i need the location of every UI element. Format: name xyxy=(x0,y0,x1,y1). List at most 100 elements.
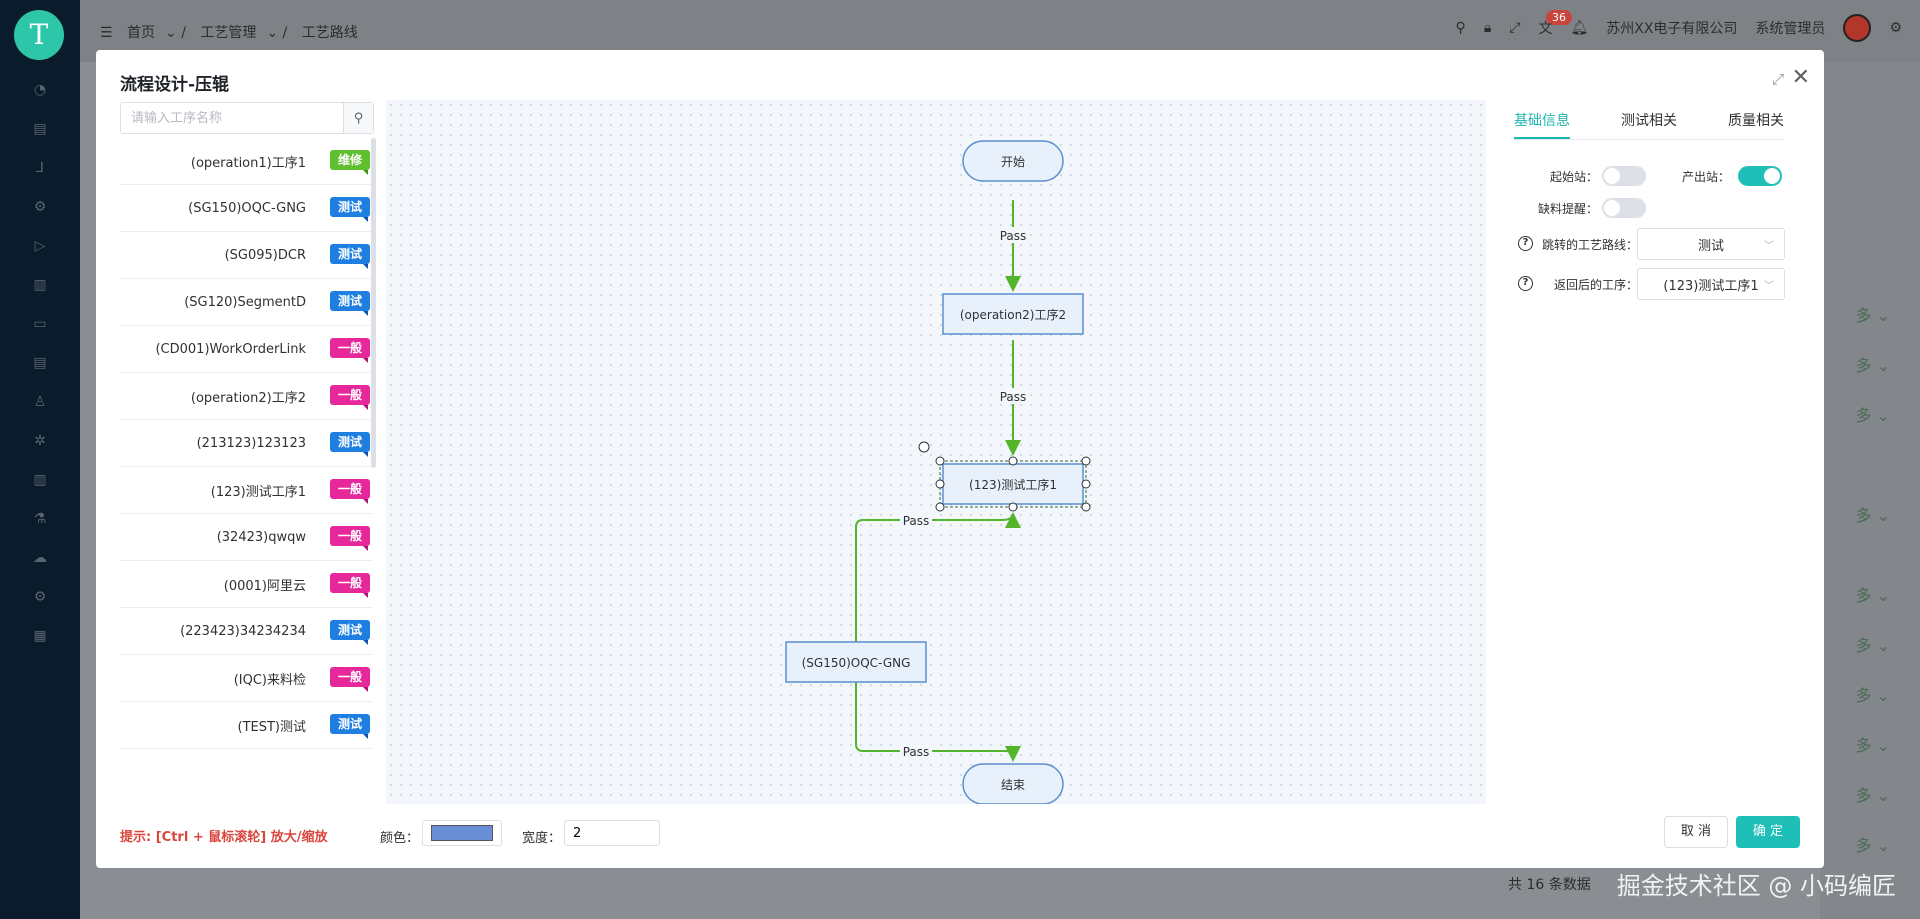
menu-toggle-icon[interactable]: ☰ xyxy=(100,25,113,41)
dashboard-icon[interactable]: ◔ xyxy=(30,80,50,100)
building-icon[interactable]: ▥ xyxy=(30,275,50,295)
jump-route-select[interactable]: 测试 ﹀ xyxy=(1637,228,1785,260)
company-switcher[interactable]: 苏州XX电子有限公司 xyxy=(1606,18,1737,38)
row-expand-icon: 多 ⌄ xyxy=(1855,786,1891,805)
chevron-down-icon: ⌄ / xyxy=(165,25,186,41)
close-icon[interactable]: ✕ xyxy=(1792,65,1810,90)
row-expand-icon: 多 ⌄ xyxy=(1855,406,1891,425)
app-logo[interactable]: T xyxy=(14,10,64,60)
bell-icon[interactable]: 🔔︎ xyxy=(1570,20,1588,36)
list-item[interactable]: (IQC)来料检 一般 xyxy=(120,655,372,702)
breadcrumb-item-process[interactable]: 工艺管理 xyxy=(200,25,256,41)
translate-icon[interactable]: 文 xyxy=(1538,18,1552,38)
help-icon[interactable]: ? xyxy=(1518,276,1533,291)
list-item[interactable]: (OQC)出货检一般 xyxy=(120,749,372,758)
operation-name: (operation1)工序1 xyxy=(190,155,306,171)
gear-icon[interactable]: ⚙ xyxy=(1889,20,1902,36)
edge-label: Pass xyxy=(1000,390,1027,404)
list-item[interactable]: (213123)123123 测试 xyxy=(120,420,372,467)
operation-name: (123)测试工序1 xyxy=(210,484,306,500)
avatar[interactable] xyxy=(1843,14,1872,42)
list-item[interactable]: (123)测试工序1 一般 xyxy=(120,467,372,514)
row-expand-icon: 多 ⌄ xyxy=(1855,586,1891,605)
gear-icon[interactable]: ⚙ xyxy=(30,587,50,607)
flow-design-dialog: 流程设计-压辊 ⤢ ✕ ⚲ (operation1)工序1 维修 (SG150)OQ… xyxy=(96,50,1824,868)
operation-name: (IQC)来料检 xyxy=(233,672,306,688)
row-expand-icon: 多 ⌄ xyxy=(1855,736,1891,755)
list-item[interactable]: (CD001)WorkOrderLink 一般 xyxy=(120,326,372,373)
edge-label: Pass xyxy=(903,514,930,528)
tab-basic-info[interactable]: 基础信息 xyxy=(1514,110,1570,139)
operation-type-tag: 一般 xyxy=(330,338,370,363)
lab-icon[interactable]: ⚗ xyxy=(30,509,50,529)
shortage-switch[interactable] xyxy=(1602,198,1646,218)
route-icon[interactable]: ⅃ xyxy=(30,158,50,178)
node-sg150-label: (SG150)OQC-GNG xyxy=(802,656,911,670)
cancel-button[interactable]: 取 消 xyxy=(1664,816,1728,848)
background-table: 多 ⌄ 多 ⌄ 多 ⌄ 多 ⌄ 多 ⌄ 多 ⌄ 多 ⌄ 多 ⌄ 多 ⌄ 多 ⌄ xyxy=(1820,62,1920,919)
database-icon[interactable]: ▤ xyxy=(30,353,50,373)
chart-icon[interactable]: ▥ xyxy=(30,470,50,490)
list-item[interactable]: (TEST)测试 测试 xyxy=(120,702,372,749)
lock-icon[interactable]: 🔒︎ xyxy=(1484,20,1491,36)
inventory-icon[interactable]: ▭ xyxy=(30,314,50,334)
top-right-toolbar: ⚲ 🔒︎ ⤢ 文 🔔︎ 苏州XX电子有限公司 系统管理员 ⚙ xyxy=(1456,14,1902,42)
help-icon[interactable]: ? xyxy=(1518,236,1533,251)
flow-diagram[interactable]: Pass Pass Pass Pass 开始 (operation2)工序2 (… xyxy=(386,100,1486,804)
breadcrumb-item-route: 工艺路线 xyxy=(301,25,358,41)
confirm-button[interactable]: 确 定 xyxy=(1736,816,1800,848)
list-item[interactable]: (SG120)SegmentD 测试 xyxy=(120,279,372,326)
node-op2-label: (operation2)工序2 xyxy=(960,307,1066,322)
operation-search: ⚲ xyxy=(120,102,374,134)
fullscreen-icon[interactable]: ⤢ xyxy=(1509,20,1520,36)
search-icon[interactable]: ⚲ xyxy=(1456,20,1466,36)
list-item[interactable]: (0001)阿里云 一般 xyxy=(120,561,372,608)
operation-type-tag: 测试 xyxy=(330,197,370,222)
node-op123-label: (123)测试工序1 xyxy=(969,477,1057,492)
tab-quality[interactable]: 质量相关 xyxy=(1728,110,1784,139)
operation-name: (32423)qwqw xyxy=(216,529,306,545)
start-station-switch[interactable] xyxy=(1602,166,1646,186)
list-item[interactable]: (32423)qwqw 一般 xyxy=(120,514,372,561)
operation-name: (CD001)WorkOrderLink xyxy=(155,341,306,357)
terminal-icon[interactable]: ▷ xyxy=(30,236,50,256)
operation-type-tag: 测试 xyxy=(330,432,370,457)
user-name[interactable]: 系统管理员 xyxy=(1755,18,1825,38)
list-item[interactable]: (SG150)OQC-GNG 测试 xyxy=(120,185,372,232)
color-label: 颜色： xyxy=(380,831,420,846)
list-scrollbar[interactable] xyxy=(371,138,376,468)
list-item[interactable]: (SG095)DCR 测试 xyxy=(120,232,372,279)
document-icon[interactable]: ▤ xyxy=(30,119,50,139)
list-item[interactable]: (operation2)工序2 一般 xyxy=(120,373,372,420)
color-picker[interactable] xyxy=(422,820,502,846)
row-expand-icon: 多 ⌄ xyxy=(1855,636,1891,655)
node-start-label: 开始 xyxy=(1001,155,1025,169)
calculator-icon[interactable]: ▦ xyxy=(30,626,50,646)
search-icon[interactable]: ⚲ xyxy=(343,103,373,133)
breadcrumb-item-home[interactable]: 首页 xyxy=(127,25,155,41)
flow-canvas[interactable]: Pass Pass Pass Pass 开始 (operation2)工序2 (… xyxy=(386,100,1486,804)
operation-type-tag: 测试 xyxy=(330,244,370,269)
edge-sg150-op123 xyxy=(855,512,1021,645)
cloud-icon[interactable]: ☁ xyxy=(30,548,50,568)
output-station-switch[interactable] xyxy=(1738,166,1782,186)
list-item[interactable]: (operation1)工序1 维修 xyxy=(120,138,372,185)
settings-flow-icon[interactable]: ⚙ xyxy=(30,197,50,217)
width-input[interactable] xyxy=(564,820,660,846)
edge-label: Pass xyxy=(1000,229,1027,243)
tab-test[interactable]: 测试相关 xyxy=(1621,110,1677,139)
dialog-title: 流程设计-压辊 xyxy=(120,75,230,95)
sidebar: T ◔ ▤ ⅃ ⚙ ▷ ▥ ▭ ▤ ♙ ✲ ▥ ⚗ ☁ ⚙ ▦ xyxy=(0,0,80,919)
watermark: 掘金技术社区 @ 小码编匠 xyxy=(1616,872,1896,900)
chevron-down-icon: ﹀ xyxy=(1764,281,1774,292)
output-station-label: 产出站： xyxy=(1682,170,1731,184)
list-item[interactable]: (223423)34234234 测试 xyxy=(120,608,372,655)
maximize-icon[interactable]: ⤢ xyxy=(1772,70,1784,88)
operation-search-input[interactable] xyxy=(121,103,343,133)
bug-icon[interactable]: ✲ xyxy=(30,431,50,451)
operation-type-tag: 一般 xyxy=(330,573,370,598)
row-expand-icon: 多 ⌄ xyxy=(1855,506,1891,525)
return-op-select[interactable]: (123)测试工序1 ﹀ xyxy=(1637,268,1785,300)
row-expand-icon: 多 ⌄ xyxy=(1855,356,1891,375)
user-icon[interactable]: ♙ xyxy=(30,392,50,412)
